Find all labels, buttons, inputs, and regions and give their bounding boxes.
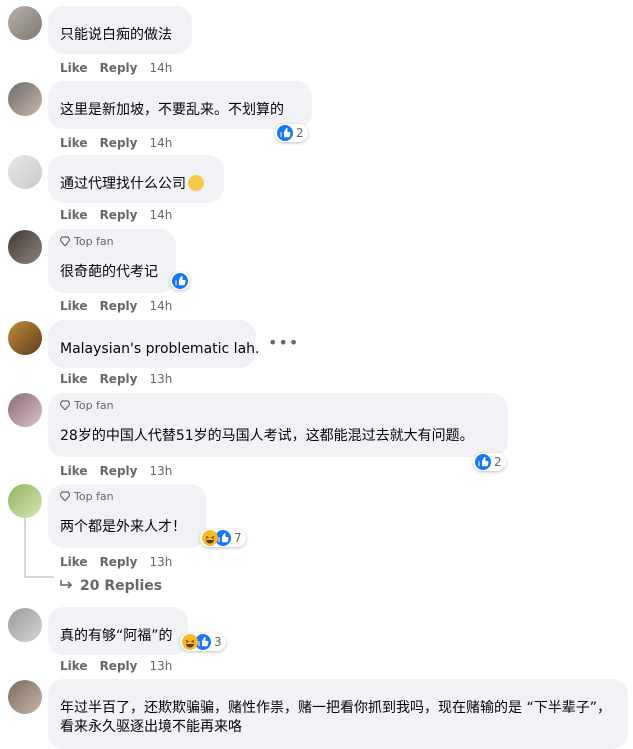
comment-bubble: 这里是新加坡，不要乱来。不划算的: [48, 81, 312, 129]
comment-bubble: 真的有够“阿福”的: [48, 607, 188, 655]
comment-actions: Like Reply 14h: [60, 136, 172, 150]
reply-button[interactable]: Reply: [100, 555, 138, 569]
comment-text: Malaysian's problematic lah.: [60, 341, 260, 357]
top-fan-badge[interactable]: Top fan: [60, 490, 194, 504]
comment-bubble: Malaysian's problematic lah.: [48, 320, 260, 368]
reaction-summary[interactable]: [170, 272, 190, 290]
commenter-name[interactable]: [60, 12, 180, 26]
top-fan-gem-icon: [60, 400, 70, 410]
avatar[interactable]: [8, 155, 42, 189]
reaction-summary[interactable]: 3: [180, 633, 226, 651]
timestamp[interactable]: 14h: [149, 208, 172, 222]
comment-bubble: 通过代理找什么公司: [48, 155, 224, 203]
reply-arrow-icon: [60, 580, 73, 589]
commenter-name[interactable]: [60, 161, 212, 175]
like-button[interactable]: Like: [60, 464, 88, 478]
timestamp[interactable]: 13h: [149, 372, 172, 386]
comment-text: 这里是新加坡，不要乱来。不划算的: [60, 102, 284, 118]
comment-bubble: Top fan 很奇葩的代考记: [48, 229, 176, 293]
comment-actions: Like Reply 14h: [60, 61, 172, 75]
commenter-name[interactable]: [60, 613, 176, 627]
reply-button[interactable]: Reply: [100, 208, 138, 222]
like-button[interactable]: Like: [60, 61, 88, 75]
comment-bubble: Top fan 28岁的中国人代替51岁的马国人考试，这都能混过去就大有问题。: [48, 393, 508, 457]
like-button[interactable]: Like: [60, 372, 88, 386]
comment-actions: Like Reply 13h: [60, 372, 172, 386]
comment-actions: Like Reply 14h: [60, 208, 172, 222]
thumbs-up-icon: [172, 273, 188, 289]
timestamp[interactable]: 13h: [149, 555, 172, 569]
view-replies-link[interactable]: 20 Replies: [60, 578, 162, 594]
avatar[interactable]: [8, 82, 42, 116]
avatar[interactable]: [8, 393, 42, 427]
avatar[interactable]: [8, 321, 42, 355]
replies-count-label: 20 Replies: [80, 578, 163, 594]
avatar[interactable]: [8, 230, 42, 264]
commenter-name[interactable]: [60, 504, 194, 518]
reaction-count: 2: [296, 126, 304, 140]
top-fan-gem-icon: [60, 236, 70, 246]
comment-text: 只能说白痴的做法: [60, 27, 172, 43]
comment-bubble: 年过半百了，还欺欺骗骗，赌性作祟，赌一把看你抓到我吗，现在赌输的是 “下半辈子”…: [48, 679, 628, 749]
reply-button[interactable]: Reply: [100, 299, 138, 313]
comment-text: 真的有够“阿福”的: [60, 628, 173, 644]
like-button[interactable]: Like: [60, 299, 88, 313]
top-fan-label: Top fan: [74, 490, 114, 503]
comment-text: 很奇葩的代考记: [60, 264, 158, 280]
reply-button[interactable]: Reply: [100, 372, 138, 386]
commenter-name[interactable]: [60, 326, 244, 340]
more-horizontal-icon[interactable]: •••: [268, 333, 299, 352]
reply-button[interactable]: Reply: [100, 659, 138, 673]
comment-text: 28岁的中国人代替51岁的马国人考试，这都能混过去就大有问题。: [60, 428, 474, 444]
avatar[interactable]: [8, 484, 42, 518]
comment-text: 通过代理找什么公司: [60, 175, 212, 194]
reaction-summary[interactable]: 2: [275, 124, 308, 142]
comment-text: 两个都是外来人才！: [60, 519, 186, 535]
thumbs-up-icon: [475, 454, 491, 470]
timestamp[interactable]: 14h: [149, 61, 172, 75]
comment-text: 年过半百了，还欺欺骗骗，赌性作祟，赌一把看你抓到我吗，现在赌输的是 “下半辈子”…: [60, 700, 611, 735]
comment-bubble: 只能说白痴的做法: [48, 6, 192, 54]
comment-actions: Like Reply 13h: [60, 659, 172, 673]
comment-actions: Like Reply 14h: [60, 299, 172, 313]
haha-emoji-icon: [182, 634, 198, 650]
commenter-name[interactable]: [60, 249, 164, 263]
comment-bubble: Top fan 两个都是外来人才！: [48, 484, 206, 548]
reaction-summary[interactable]: 2: [473, 453, 506, 471]
timestamp[interactable]: 13h: [149, 464, 172, 478]
reply-button[interactable]: Reply: [100, 464, 138, 478]
top-fan-gem-icon: [60, 491, 70, 501]
comment-text-body: 通过代理找什么公司: [60, 176, 186, 192]
thumbs-up-icon: [277, 125, 293, 141]
reaction-count: 7: [234, 531, 242, 545]
top-fan-badge[interactable]: Top fan: [60, 399, 496, 413]
like-button[interactable]: Like: [60, 659, 88, 673]
timestamp[interactable]: 14h: [149, 136, 172, 150]
avatar[interactable]: [8, 680, 42, 714]
haha-emoji-icon: [202, 530, 218, 546]
like-button[interactable]: Like: [60, 136, 88, 150]
reaction-summary[interactable]: 7: [200, 529, 246, 547]
reaction-count: 2: [494, 455, 502, 469]
reaction-count: 3: [214, 635, 222, 649]
reply-thread-line: [24, 516, 26, 578]
like-button[interactable]: Like: [60, 555, 88, 569]
avatar[interactable]: [8, 6, 42, 40]
thinking-emoji-icon: [188, 175, 204, 191]
commenter-name[interactable]: [60, 685, 616, 699]
top-fan-label: Top fan: [74, 235, 114, 248]
reply-button[interactable]: Reply: [100, 61, 138, 75]
comment-actions: Like Reply 13h: [60, 464, 172, 478]
commenter-name[interactable]: [60, 87, 300, 101]
top-fan-label: Top fan: [74, 399, 114, 412]
avatar[interactable]: [8, 608, 42, 642]
reply-button[interactable]: Reply: [100, 136, 138, 150]
reply-thread-curve: [24, 576, 54, 578]
timestamp[interactable]: 13h: [149, 659, 172, 673]
top-fan-badge[interactable]: Top fan: [60, 235, 164, 249]
timestamp[interactable]: 14h: [149, 299, 172, 313]
like-button[interactable]: Like: [60, 208, 88, 222]
comment-actions: Like Reply 13h: [60, 555, 172, 569]
commenter-name[interactable]: [60, 413, 496, 427]
